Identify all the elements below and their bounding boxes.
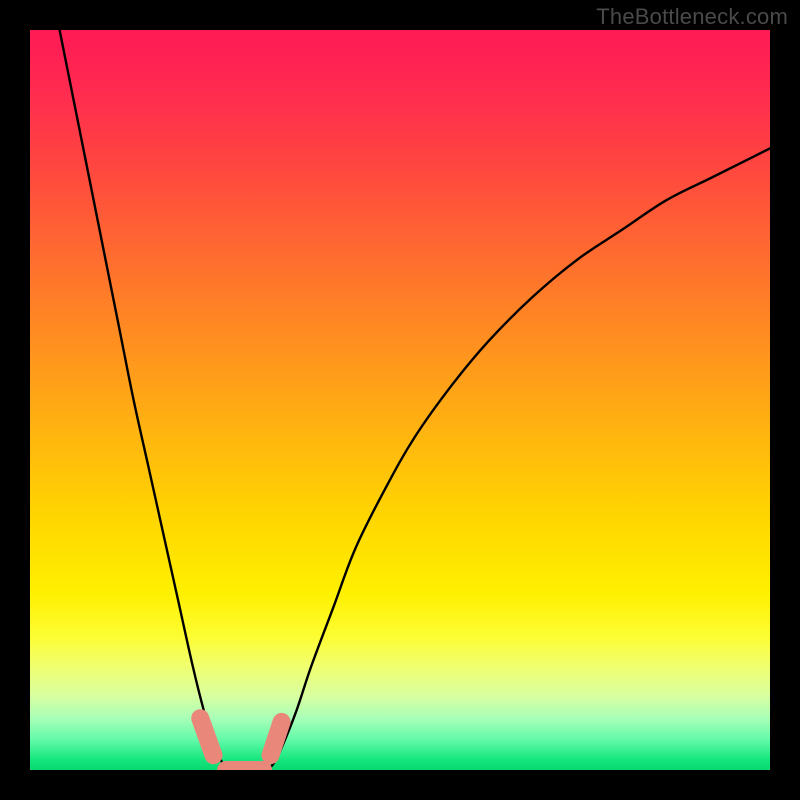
chart-frame: TheBottleneck.com bbox=[0, 0, 800, 800]
marker-capsule bbox=[200, 718, 213, 755]
marker-capsule bbox=[271, 722, 282, 755]
bottleneck-curve bbox=[60, 30, 770, 770]
curve-markers bbox=[200, 718, 281, 770]
watermark-text: TheBottleneck.com bbox=[596, 4, 788, 30]
curve-path bbox=[60, 30, 770, 770]
curve-layer bbox=[30, 30, 770, 770]
plot-area bbox=[30, 30, 770, 770]
